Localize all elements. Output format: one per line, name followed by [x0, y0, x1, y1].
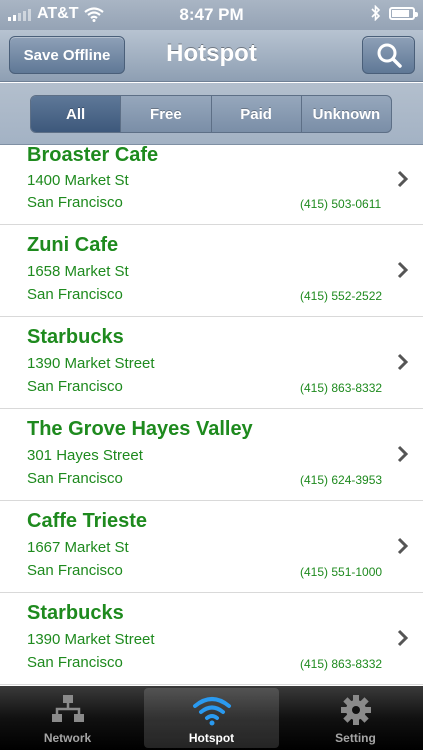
hotspot-city: San Francisco — [27, 562, 123, 579]
battery-fill — [392, 9, 409, 17]
hotspot-phone: (415) 503-0611 — [300, 197, 382, 211]
hotspot-phone: (415) 624-3953 — [300, 473, 383, 487]
hotspot-name: Caffe Trieste — [27, 510, 148, 532]
hotspot-phone: (415) 863-8332 — [300, 657, 383, 671]
chevron-right-icon — [397, 353, 409, 371]
tab-label: Setting — [335, 731, 376, 745]
hotspot-address: 1658 Market St — [27, 263, 129, 280]
list-item[interactable]: Caffe Trieste 1667 Market St San Francis… — [0, 501, 423, 593]
search-icon — [377, 43, 402, 68]
hotspot-address: 1400 Market St — [27, 172, 129, 189]
hotspot-name: Starbucks — [27, 602, 124, 624]
list-item[interactable]: Starbucks 1390 Market Street San Francis… — [0, 317, 423, 409]
list-item[interactable]: Zuni Cafe 1658 Market St San Francisco (… — [0, 225, 423, 317]
tab-setting[interactable]: Setting — [288, 688, 423, 748]
chevron-right-icon — [397, 261, 409, 279]
navigation-bar: Save Offline Hotspot — [0, 30, 423, 82]
hotspot-name: The Grove Hayes Valley — [27, 418, 253, 440]
hotspot-city: San Francisco — [27, 194, 123, 211]
filter-free[interactable]: Free — [120, 96, 210, 132]
hotspot-phone: (415) 551-1000 — [300, 565, 383, 579]
hotspot-city: San Francisco — [27, 378, 123, 395]
battery-icon — [389, 6, 418, 20]
hotspot-city: San Francisco — [27, 470, 123, 487]
gear-icon — [340, 695, 371, 725]
hotspot-address: 301 Hayes Street — [27, 447, 143, 464]
hotspot-address: 1667 Market St — [27, 539, 129, 556]
list-item[interactable]: Broaster Cafe 1400 Market St San Francis… — [0, 145, 423, 225]
chevron-right-icon — [397, 445, 409, 463]
hotspot-phone: (415) 552-2522 — [300, 289, 383, 303]
list-item[interactable]: The Grove Hayes Valley 301 Hayes Street … — [0, 409, 423, 501]
tab-bar: Network Hotspot Setting — [0, 686, 423, 750]
filter-all[interactable]: All — [31, 96, 121, 132]
tab-hotspot[interactable]: Hotspot — [144, 688, 279, 748]
hotspot-list: Broaster Cafe 1400 Market St San Francis… — [0, 145, 423, 685]
filter-unknown[interactable]: Unknown — [300, 96, 391, 132]
hotspot-name: Zuni Cafe — [27, 234, 119, 256]
filter-bar: All Free Paid Unknown — [0, 83, 423, 145]
wifi-icon — [192, 697, 231, 726]
page-title: Hotspot — [166, 40, 257, 67]
search-button[interactable] — [362, 36, 415, 74]
hotspot-name: Starbucks — [27, 326, 124, 348]
hotspot-city: San Francisco — [27, 654, 123, 671]
tab-label: Hotspot — [188, 731, 235, 745]
list-item[interactable]: Starbucks 1390 Market Street San Francis… — [0, 593, 423, 685]
status-time: 8:47 PM — [179, 5, 244, 24]
hotspot-address: 1390 Market Street — [27, 355, 155, 372]
chevron-right-icon — [397, 170, 409, 188]
status-bar: AT&T 8:47 PM — [0, 0, 423, 30]
hotspot-address: 1390 Market Street — [27, 631, 155, 648]
filter-paid[interactable]: Paid — [210, 96, 301, 132]
hotspot-phone: (415) 863-8332 — [300, 381, 383, 395]
filter-segmented-control: All Free Paid Unknown — [30, 95, 392, 133]
network-icon — [51, 695, 84, 722]
hotspot-city: San Francisco — [27, 286, 123, 303]
tab-network[interactable]: Network — [0, 688, 135, 748]
chevron-right-icon — [397, 629, 409, 647]
bluetooth-icon — [371, 5, 381, 21]
chevron-right-icon — [397, 537, 409, 555]
tab-label: Network — [43, 731, 92, 745]
hotspot-name: Broaster Cafe — [27, 145, 159, 166]
status-right — [371, 5, 418, 21]
